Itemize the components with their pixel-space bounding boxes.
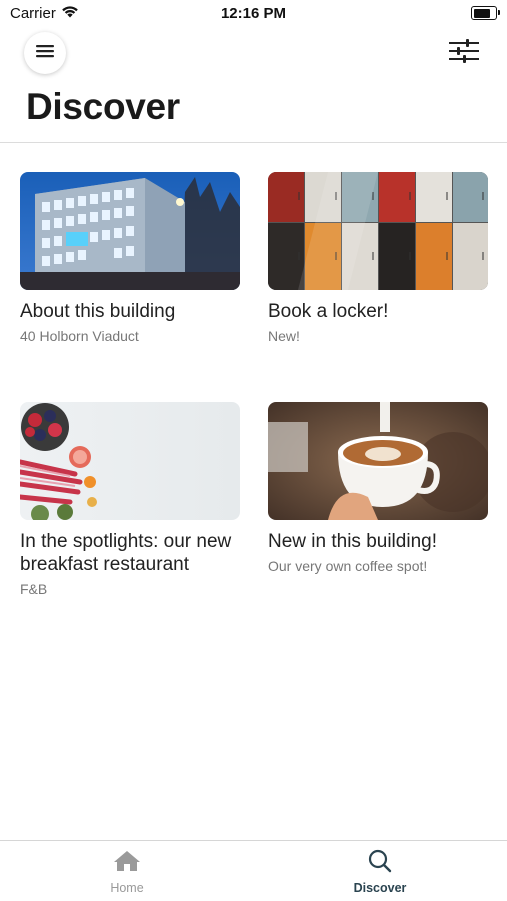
tab-discover[interactable]: Discover <box>320 849 440 895</box>
home-icon <box>112 851 142 877</box>
card-subtitle: F&B <box>20 581 48 597</box>
hamburger-icon <box>36 44 54 63</box>
sliders-icon <box>449 38 479 68</box>
search-icon <box>367 849 393 877</box>
office-building-photo <box>20 172 240 290</box>
card-breakfast-restaurant[interactable]: In the spotlights: our new breakfast res… <box>20 402 240 597</box>
card-title: Book a locker! <box>268 301 389 322</box>
card-book-locker[interactable]: Book a locker! New! <box>268 172 488 344</box>
card-title: About this building <box>20 301 176 322</box>
card-title: New in this building! <box>268 531 437 552</box>
menu-button[interactable] <box>24 32 66 74</box>
card-subtitle: New! <box>268 328 300 344</box>
card-subtitle: Our very own coffee spot! <box>268 558 428 574</box>
card-subtitle: 40 Holborn Viaduct <box>20 328 139 344</box>
colorful-lockers-photo <box>268 172 488 290</box>
battery-icon <box>471 6 500 20</box>
tab-home[interactable]: Home <box>67 849 187 895</box>
tab-bar: Home Discover <box>0 840 507 901</box>
card-title: In the spotlights: our new breakfast res… <box>20 531 232 575</box>
latte-art-photo <box>268 402 488 520</box>
clock-label: 12:16 PM <box>220 5 287 22</box>
header-divider <box>0 142 507 143</box>
status-bar: Carrier 12:16 PM <box>0 0 507 28</box>
page-title: Discover <box>26 86 180 127</box>
filter-button[interactable] <box>445 36 483 70</box>
tab-discover-label: Discover <box>353 881 407 895</box>
card-about-building[interactable]: About this building 40 Holborn Viaduct <box>20 172 240 344</box>
tab-home-label: Home <box>110 881 144 895</box>
fruit-breakfast-photo <box>20 402 240 520</box>
card-coffee-spot[interactable]: New in this building! Our very own coffe… <box>268 402 488 574</box>
